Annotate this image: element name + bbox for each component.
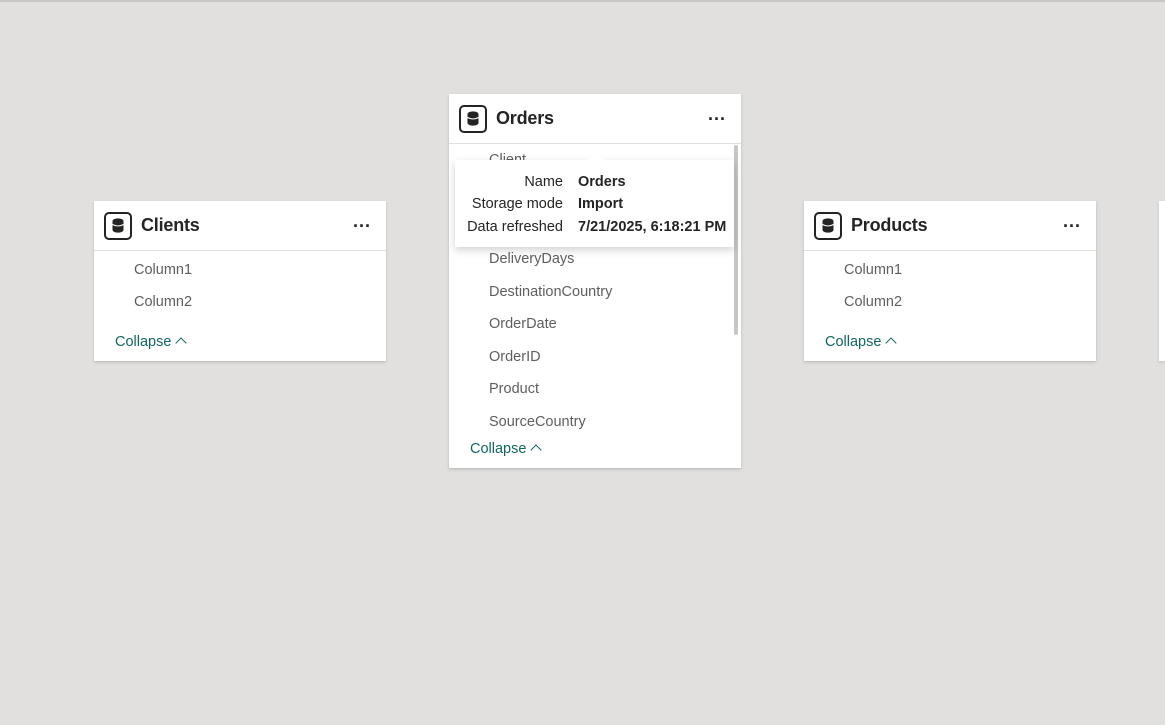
more-options-icon[interactable]: ... <box>350 212 374 235</box>
table-card-products[interactable]: Products ... Column1 Column2 Collapse <box>804 201 1096 361</box>
collapse-button[interactable]: Collapse <box>470 441 543 457</box>
collapse-button[interactable]: Collapse <box>115 334 188 350</box>
column-item[interactable]: Column1 <box>844 262 902 278</box>
tooltip-value: Orders <box>578 174 626 190</box>
column-item[interactable]: Column2 <box>134 294 192 310</box>
more-options-icon[interactable]: ... <box>1060 212 1084 235</box>
tooltip-label: Storage mode <box>471 196 563 212</box>
collapse-label: Collapse <box>470 441 527 457</box>
table-card-header[interactable]: Clients ... <box>94 201 386 251</box>
tooltip-value: Import <box>578 196 624 212</box>
scrollbar[interactable] <box>734 145 738 335</box>
column-item[interactable]: Column1 <box>134 262 192 278</box>
chevron-up-icon <box>175 337 188 349</box>
database-icon <box>104 212 132 240</box>
column-item[interactable]: DeliveryDays <box>489 251 574 267</box>
column-item[interactable]: OrderDate <box>489 316 557 332</box>
column-item[interactable]: Column2 <box>844 294 902 310</box>
database-icon <box>814 212 842 240</box>
collapse-label: Collapse <box>825 334 882 350</box>
column-item[interactable]: DestinationCountry <box>489 284 612 300</box>
column-item[interactable]: SourceCountry <box>489 414 586 430</box>
table-card-clients[interactable]: Clients ... Column1 Column2 Collapse <box>94 201 386 361</box>
tooltip-arrow <box>587 152 605 161</box>
table-card-offscreen[interactable] <box>1159 201 1165 361</box>
database-icon <box>459 105 487 133</box>
table-tooltip: Name Orders Storage mode Import Data ref… <box>455 160 734 247</box>
chevron-up-icon <box>530 444 543 456</box>
column-item[interactable]: Product <box>489 381 539 397</box>
table-card-orders[interactable]: Orders ... Client DeliveryDays Destinati… <box>449 94 741 468</box>
collapse-button[interactable]: Collapse <box>825 334 898 350</box>
table-card-header[interactable]: Products ... <box>804 201 1096 251</box>
table-card-header[interactable]: Orders ... <box>449 94 741 144</box>
tooltip-value: 7/21/2025, 6:18:21 PM <box>578 219 727 235</box>
column-item[interactable]: OrderID <box>489 349 541 365</box>
table-title: Orders <box>496 108 554 128</box>
table-title: Products <box>851 215 928 235</box>
chevron-up-icon <box>885 337 898 349</box>
tooltip-label: Data refreshed <box>467 219 563 235</box>
collapse-label: Collapse <box>115 334 172 350</box>
canvas-top-border <box>0 0 1165 2</box>
tooltip-label: Name <box>524 174 563 190</box>
more-options-icon[interactable]: ... <box>705 105 729 128</box>
table-title: Clients <box>141 215 200 235</box>
